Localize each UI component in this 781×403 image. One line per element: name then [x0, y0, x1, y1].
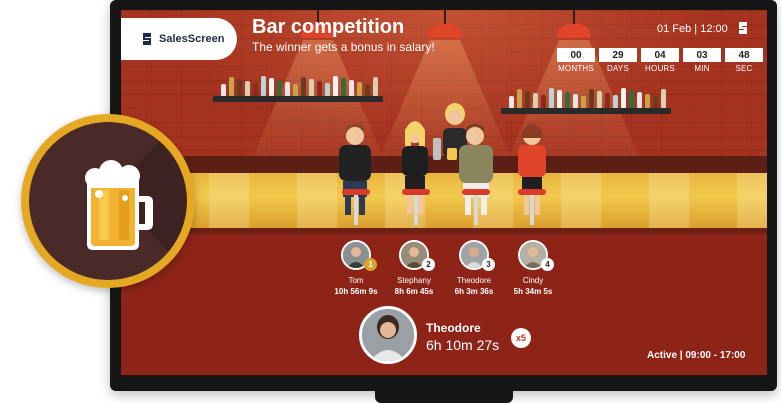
countdown-months: 00 MONTHS [557, 48, 595, 73]
avatar-wrap: 4 [518, 240, 554, 271]
countdown-min: 03 MIN [683, 48, 721, 73]
countdown-sec: 48 SEC [725, 48, 763, 73]
featured-avatar [359, 306, 417, 364]
page-subtitle: The winner gets a bonus in salary! [252, 40, 435, 54]
date-time: 01 Feb | 12:00 [657, 23, 728, 35]
avatar-wrap: 3 [459, 240, 495, 271]
countdown-label: DAYS [607, 64, 629, 73]
countdown-label: MIN [694, 64, 710, 73]
rank-badge: 3 [482, 258, 495, 271]
countdown-value: 29 [599, 48, 637, 62]
beer-mug-icon [85, 160, 153, 250]
avatar-wrap: 1 [341, 240, 377, 271]
featured-time: 6h 10m 27s [426, 337, 500, 353]
leaderboard-entry[interactable]: 4 Cindy 5h 34m 5s [496, 240, 570, 296]
tv-stand [375, 389, 513, 403]
bar-stools [342, 189, 546, 225]
brand-name: SalesScreen [159, 33, 225, 45]
stage: SalesScreen Bar competition The winner g… [0, 0, 781, 403]
salesscreen-logo-icon [739, 22, 747, 34]
participant-name: Stephany [397, 276, 431, 285]
countdown-timer: 00 MONTHS 29 DAYS 04 HOURS 03 MIN 48 SEC [557, 48, 763, 73]
participant-time: 5h 34m 5s [513, 287, 553, 296]
countdown-label: SEC [735, 64, 753, 73]
participant-time: 8h 6m 45s [394, 287, 434, 296]
countdown-value: 03 [683, 48, 721, 62]
brand-logo: SalesScreen [121, 18, 237, 60]
featured-name: Theodore [426, 321, 481, 335]
person-photo [362, 309, 414, 361]
countdown-value: 04 [641, 48, 679, 62]
salesscreen-logo-icon [143, 33, 151, 45]
participant-name: Tom [348, 276, 364, 285]
status-bar: Active | 09:00 - 17:00 [647, 350, 746, 361]
rank-badge: 4 [541, 258, 554, 271]
rank-badge: 2 [422, 258, 435, 271]
participant-time: 6h 3m 36s [454, 287, 494, 296]
avatar-wrap: 2 [399, 240, 435, 271]
countdown-label: MONTHS [558, 64, 594, 73]
beer-badge [21, 114, 195, 288]
participant-name: Cindy [522, 276, 544, 285]
countdown-value: 48 [725, 48, 763, 62]
countdown-days: 29 DAYS [599, 48, 637, 73]
tv-screen: SalesScreen Bar competition The winner g… [121, 10, 767, 375]
participant-time: 10h 56m 9s [334, 287, 378, 296]
countdown-hours: 04 HOURS [641, 48, 679, 73]
badge-inner [29, 122, 187, 280]
countdown-value: 00 [557, 48, 595, 62]
rank-badge: 1 [364, 258, 377, 271]
multiplier-badge: x5 [511, 328, 531, 348]
page-title: Bar competition [252, 16, 405, 38]
countdown-label: HOURS [645, 64, 675, 73]
participant-name: Theodore [456, 276, 492, 285]
